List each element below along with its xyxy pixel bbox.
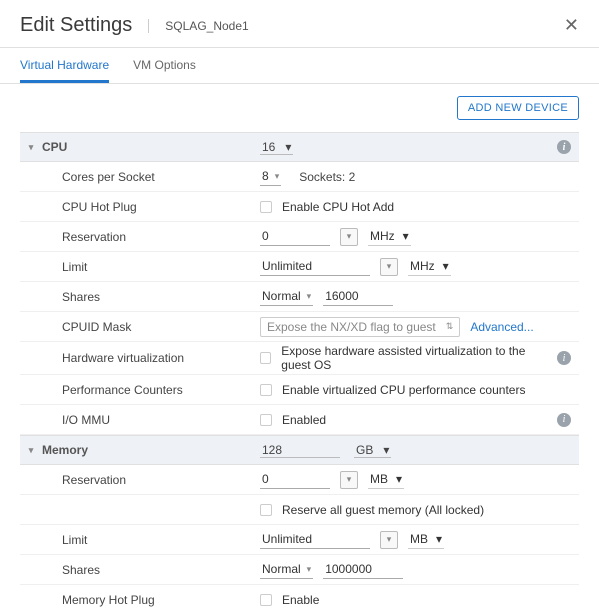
cpu-count-value: 16 — [262, 140, 275, 154]
chevron-down-icon: ▾ — [307, 291, 312, 302]
cpuid-advanced-link[interactable]: Advanced... — [470, 320, 533, 334]
add-new-device-button[interactable]: ADD NEW DEVICE — [457, 96, 579, 120]
cpu-limit-label: Limit — [62, 260, 260, 274]
close-icon[interactable]: ✕ — [564, 15, 579, 36]
dialog-title: Edit Settings — [20, 14, 132, 37]
info-icon[interactable]: i — [557, 413, 571, 427]
memory-limit-label: Limit — [62, 533, 260, 547]
cores-per-socket-label: Cores per Socket — [62, 170, 260, 184]
cpuid-mask-select[interactable]: Expose the NX/XD flag to guest ⇅ — [260, 317, 460, 337]
chevron-down-icon: ▾ — [307, 564, 312, 575]
cpu-reservation-unit-select[interactable]: MHz ▾ — [368, 227, 411, 246]
cpu-shares-label: Shares — [62, 290, 260, 304]
section-memory[interactable]: ▾ Memory 128 GB ▾ — [20, 435, 579, 465]
hw-virt-label: Hardware virtualization — [62, 351, 260, 365]
memory-reservation-dropdown[interactable]: ▾ — [340, 471, 358, 489]
cpu-shares-value-input[interactable] — [323, 287, 393, 306]
tabs: Virtual Hardware VM Options — [0, 48, 599, 84]
info-icon[interactable]: i — [557, 140, 571, 154]
memory-hot-plug-label: Memory Hot Plug — [62, 593, 260, 607]
row-memory-reserve-all: Reserve all guest memory (All locked) — [20, 495, 579, 525]
chevron-down-icon: ▾ — [396, 472, 402, 486]
memory-reservation-label: Reservation — [62, 473, 260, 487]
sockets-text: Sockets: 2 — [299, 170, 355, 184]
row-cpu-hot-plug: CPU Hot Plug Enable CPU Hot Add — [20, 192, 579, 222]
io-mmu-text: Enabled — [282, 413, 326, 427]
row-cpu-shares: Shares Normal ▾ — [20, 282, 579, 312]
section-cpu[interactable]: ▾ CPU 16 ▾ i — [20, 132, 579, 162]
settings-content: ▾ CPU 16 ▾ i Cores per Socket 8 ▾ Socket… — [0, 132, 599, 615]
hw-virt-text: Expose hardware assisted virtualization … — [281, 344, 557, 372]
memory-limit-dropdown[interactable]: ▾ — [380, 531, 398, 549]
hw-virt-checkbox[interactable] — [260, 352, 271, 364]
memory-reservation-input[interactable] — [260, 470, 330, 489]
row-performance-counters: Performance Counters Enable virtualized … — [20, 375, 579, 405]
memory-shares-mode-select[interactable]: Normal ▾ — [260, 560, 313, 579]
chevron-down-icon: ▾ — [436, 532, 442, 546]
cpu-shares-mode-select[interactable]: Normal ▾ — [260, 287, 313, 306]
cpu-reservation-dropdown[interactable]: ▾ — [340, 228, 358, 246]
memory-reservation-unit-select[interactable]: MB ▾ — [368, 470, 404, 489]
chevron-down-icon: ▾ — [387, 261, 392, 272]
reserve-all-checkbox[interactable] — [260, 504, 272, 516]
row-memory-reservation: Reservation ▾ MB ▾ — [20, 465, 579, 495]
chevron-down-icon: ▾ — [285, 140, 291, 154]
chevron-down-icon: ▾ — [20, 142, 42, 153]
cpu-reservation-label: Reservation — [62, 230, 260, 244]
chevron-down-icon: ▾ — [443, 259, 449, 273]
row-memory-hot-plug: Memory Hot Plug Enable — [20, 585, 579, 615]
row-cores-per-socket: Cores per Socket 8 ▾ Sockets: 2 — [20, 162, 579, 192]
toolbar: ADD NEW DEVICE — [0, 84, 599, 132]
perf-counters-text: Enable virtualized CPU performance count… — [282, 383, 525, 397]
chevron-down-icon: ▾ — [20, 445, 42, 456]
row-cpu-limit: Limit ▾ MHz ▾ — [20, 252, 579, 282]
info-icon[interactable]: i — [557, 351, 571, 365]
tab-virtual-hardware[interactable]: Virtual Hardware — [20, 48, 109, 83]
chevron-down-icon: ▾ — [403, 229, 409, 243]
cpu-limit-unit-select[interactable]: MHz ▾ — [408, 257, 451, 276]
io-mmu-checkbox[interactable] — [260, 414, 272, 426]
memory-value-input[interactable]: 128 — [260, 443, 340, 458]
cpu-count-select[interactable]: 16 ▾ — [260, 140, 293, 155]
tab-vm-options[interactable]: VM Options — [133, 48, 196, 83]
cpuid-mask-label: CPUID Mask — [62, 320, 260, 334]
row-memory-shares: Shares Normal ▾ — [20, 555, 579, 585]
io-mmu-label: I/O MMU — [62, 413, 260, 427]
section-memory-label: Memory — [42, 443, 260, 457]
row-cpuid-mask: CPUID Mask Expose the NX/XD flag to gues… — [20, 312, 579, 342]
chevron-down-icon: ▾ — [275, 171, 280, 182]
memory-shares-label: Shares — [62, 563, 260, 577]
memory-hot-plug-checkbox[interactable] — [260, 594, 272, 606]
memory-limit-input[interactable] — [260, 530, 370, 549]
chevron-down-icon: ▾ — [347, 231, 352, 242]
memory-hot-plug-text: Enable — [282, 593, 319, 607]
updown-icon: ⇅ — [446, 321, 454, 332]
chevron-down-icon: ▾ — [387, 534, 392, 545]
chevron-down-icon: ▾ — [383, 443, 389, 457]
cpu-hot-plug-label: CPU Hot Plug — [62, 200, 260, 214]
row-cpu-reservation: Reservation ▾ MHz ▾ — [20, 222, 579, 252]
section-cpu-label: CPU — [42, 140, 260, 154]
cores-per-socket-select[interactable]: 8 ▾ — [260, 167, 281, 186]
edit-settings-dialog: Edit Settings SQLAG_Node1 ✕ Virtual Hard… — [0, 0, 599, 615]
cpu-limit-input[interactable] — [260, 257, 370, 276]
dialog-header: Edit Settings SQLAG_Node1 ✕ — [0, 0, 599, 48]
row-hardware-virtualization: Hardware virtualization Expose hardware … — [20, 342, 579, 375]
dialog-subtitle: SQLAG_Node1 — [148, 19, 248, 33]
memory-limit-unit-select[interactable]: MB ▾ — [408, 530, 444, 549]
row-memory-limit: Limit ▾ MB ▾ — [20, 525, 579, 555]
perf-counters-label: Performance Counters — [62, 383, 260, 397]
reserve-all-text: Reserve all guest memory (All locked) — [282, 503, 484, 517]
memory-unit-select[interactable]: GB ▾ — [354, 443, 391, 458]
perf-counters-checkbox[interactable] — [260, 384, 272, 396]
row-io-mmu: I/O MMU Enabled i — [20, 405, 579, 435]
cpu-hot-add-text: Enable CPU Hot Add — [282, 200, 394, 214]
cpu-hot-add-checkbox[interactable] — [260, 201, 272, 213]
chevron-down-icon: ▾ — [347, 474, 352, 485]
cpu-reservation-input[interactable] — [260, 227, 330, 246]
cpu-limit-dropdown[interactable]: ▾ — [380, 258, 398, 276]
memory-shares-value-input[interactable] — [323, 560, 403, 579]
